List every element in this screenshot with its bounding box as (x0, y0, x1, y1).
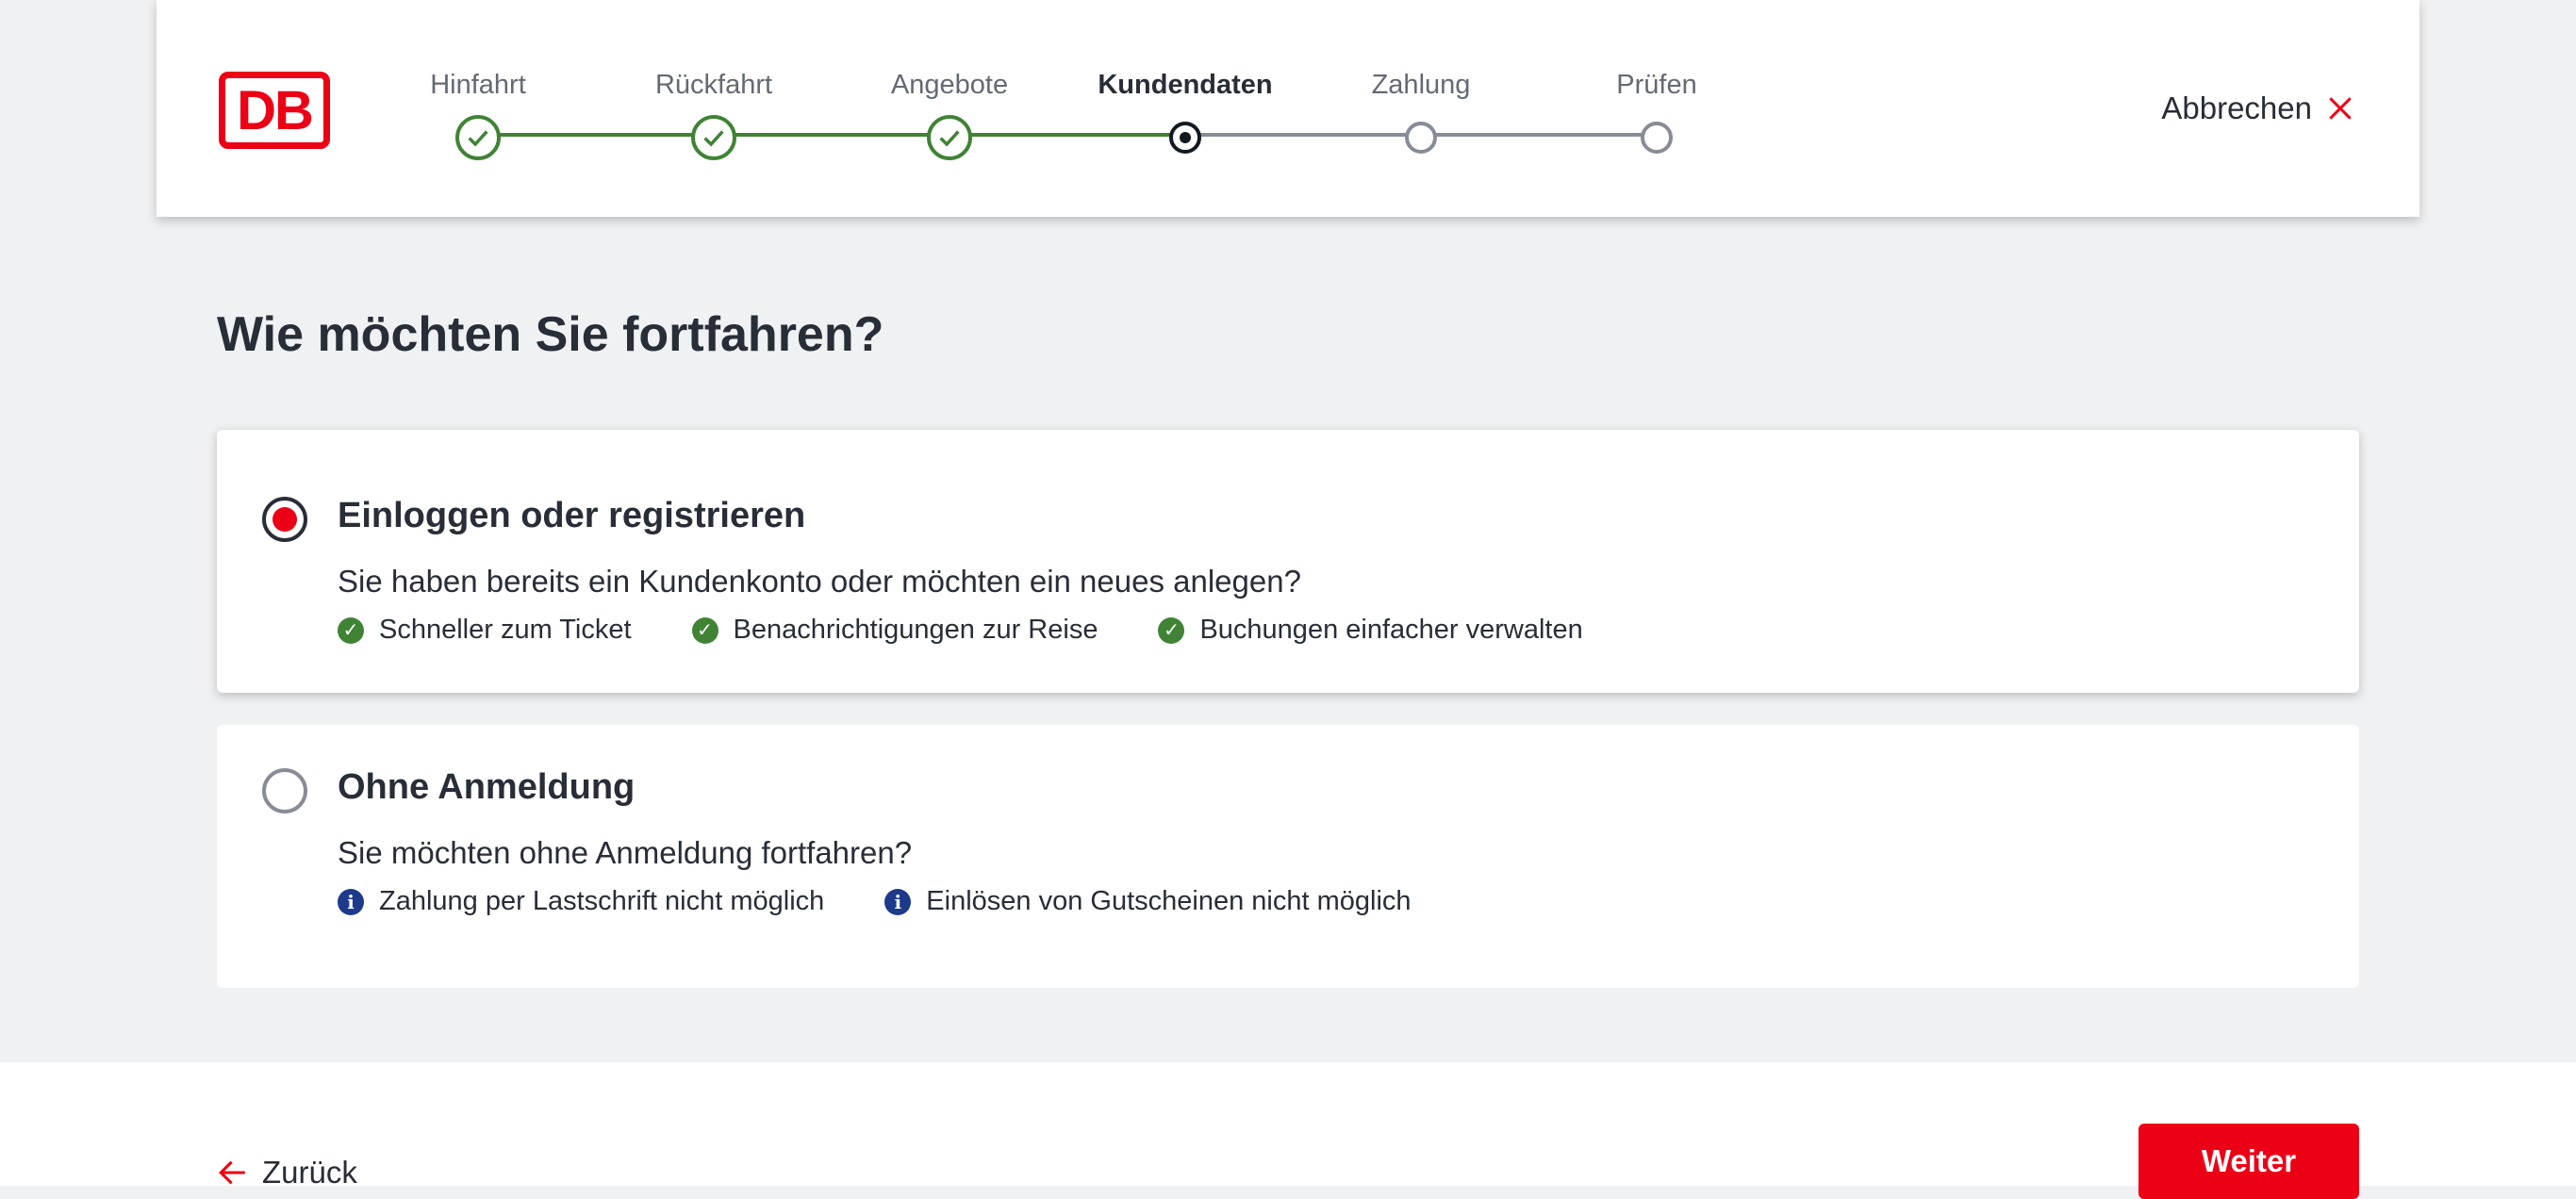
check-circle-icon: ✓ (338, 616, 364, 644)
cancel-button[interactable]: Abbrechen (2161, 90, 2355, 126)
step-label: Rückfahrt (654, 70, 773, 100)
step-rueckfahrt[interactable]: Rückfahrt (619, 66, 808, 160)
feature-text: Zahlung per Lastschrift nicht möglich (379, 886, 825, 916)
option-guest-card[interactable]: Ohne Anmeldung Sie möchten ohne Anmeldun… (217, 725, 2359, 988)
footer-bar: Zurück Weiter (0, 1062, 2576, 1199)
feature-item: ✓ Buchungen einfacher verwalten (1158, 615, 1583, 646)
step-pruefen: Prüfen (1562, 66, 1751, 154)
option-title: Ohne Anmeldung (338, 767, 636, 807)
next-button[interactable]: Weiter (2138, 1124, 2359, 1199)
option-description: Sie haben bereits ein Kundenkonto oder m… (338, 564, 1301, 599)
radio-button-unselected[interactable] (262, 768, 307, 813)
option-login-card[interactable]: Einloggen oder registrieren Sie haben be… (217, 430, 2359, 693)
cancel-label: Abbrechen (2161, 90, 2312, 125)
check-circle-icon: ✓ (691, 616, 718, 644)
feature-text: Einlösen von Gutscheinen nicht möglich (926, 886, 1412, 916)
arrow-left-icon (219, 1160, 245, 1185)
close-icon (2329, 97, 2352, 120)
pending-step-icon (1641, 122, 1673, 154)
step-hinfahrt[interactable]: Hinfahrt (384, 66, 572, 160)
step-label: Zahlung (1371, 70, 1471, 100)
feature-item: i Zahlung per Lastschrift nicht möglich (338, 886, 824, 917)
feature-list: ✓ Schneller zum Ticket ✓ Benachrichtigun… (338, 615, 1583, 646)
step-kundendaten: Kundendaten (1091, 66, 1280, 154)
step-label: Hinfahrt (430, 70, 526, 100)
check-circle-icon: ✓ (1158, 616, 1185, 644)
step-connector-done (473, 133, 1181, 137)
step-zahlung: Zahlung (1327, 66, 1515, 154)
page-title: Wie möchten Sie fortfahren? (217, 307, 884, 362)
check-icon (691, 115, 736, 160)
radio-button-selected[interactable] (262, 497, 307, 542)
step-label: Angebote (890, 70, 1009, 100)
back-label: Zurück (262, 1155, 357, 1190)
feature-list: i Zahlung per Lastschrift nicht möglich … (338, 886, 1412, 917)
feature-item: ✓ Benachrichtigungen zur Reise (691, 615, 1098, 646)
step-label: Prüfen (1616, 70, 1697, 100)
feature-item: i Einlösen von Gutscheinen nicht möglich (884, 886, 1412, 917)
current-step-icon (1169, 122, 1201, 154)
booking-header: DB Hinfahrt Rückfahrt Angebote Kundendat… (157, 0, 2419, 217)
check-icon (927, 115, 972, 160)
back-button[interactable]: Zurück (217, 1155, 357, 1191)
info-circle-icon: i (338, 888, 364, 915)
step-label: Kundendaten (1098, 70, 1273, 100)
pending-step-icon (1405, 122, 1437, 154)
progress-stepper: Hinfahrt Rückfahrt Angebote Kundendaten … (157, 0, 2419, 217)
feature-text: Benachrichtigungen zur Reise (733, 615, 1098, 645)
check-icon (455, 115, 501, 160)
feature-text: Buchungen einfacher verwalten (1199, 615, 1583, 645)
feature-text: Schneller zum Ticket (379, 615, 632, 645)
feature-item: ✓ Schneller zum Ticket (338, 615, 632, 646)
option-title: Einloggen oder registrieren (338, 496, 806, 535)
info-circle-icon: i (884, 888, 912, 915)
option-description: Sie möchten ohne Anmeldung fortfahren? (338, 835, 913, 870)
step-angebote[interactable]: Angebote (855, 66, 1044, 160)
